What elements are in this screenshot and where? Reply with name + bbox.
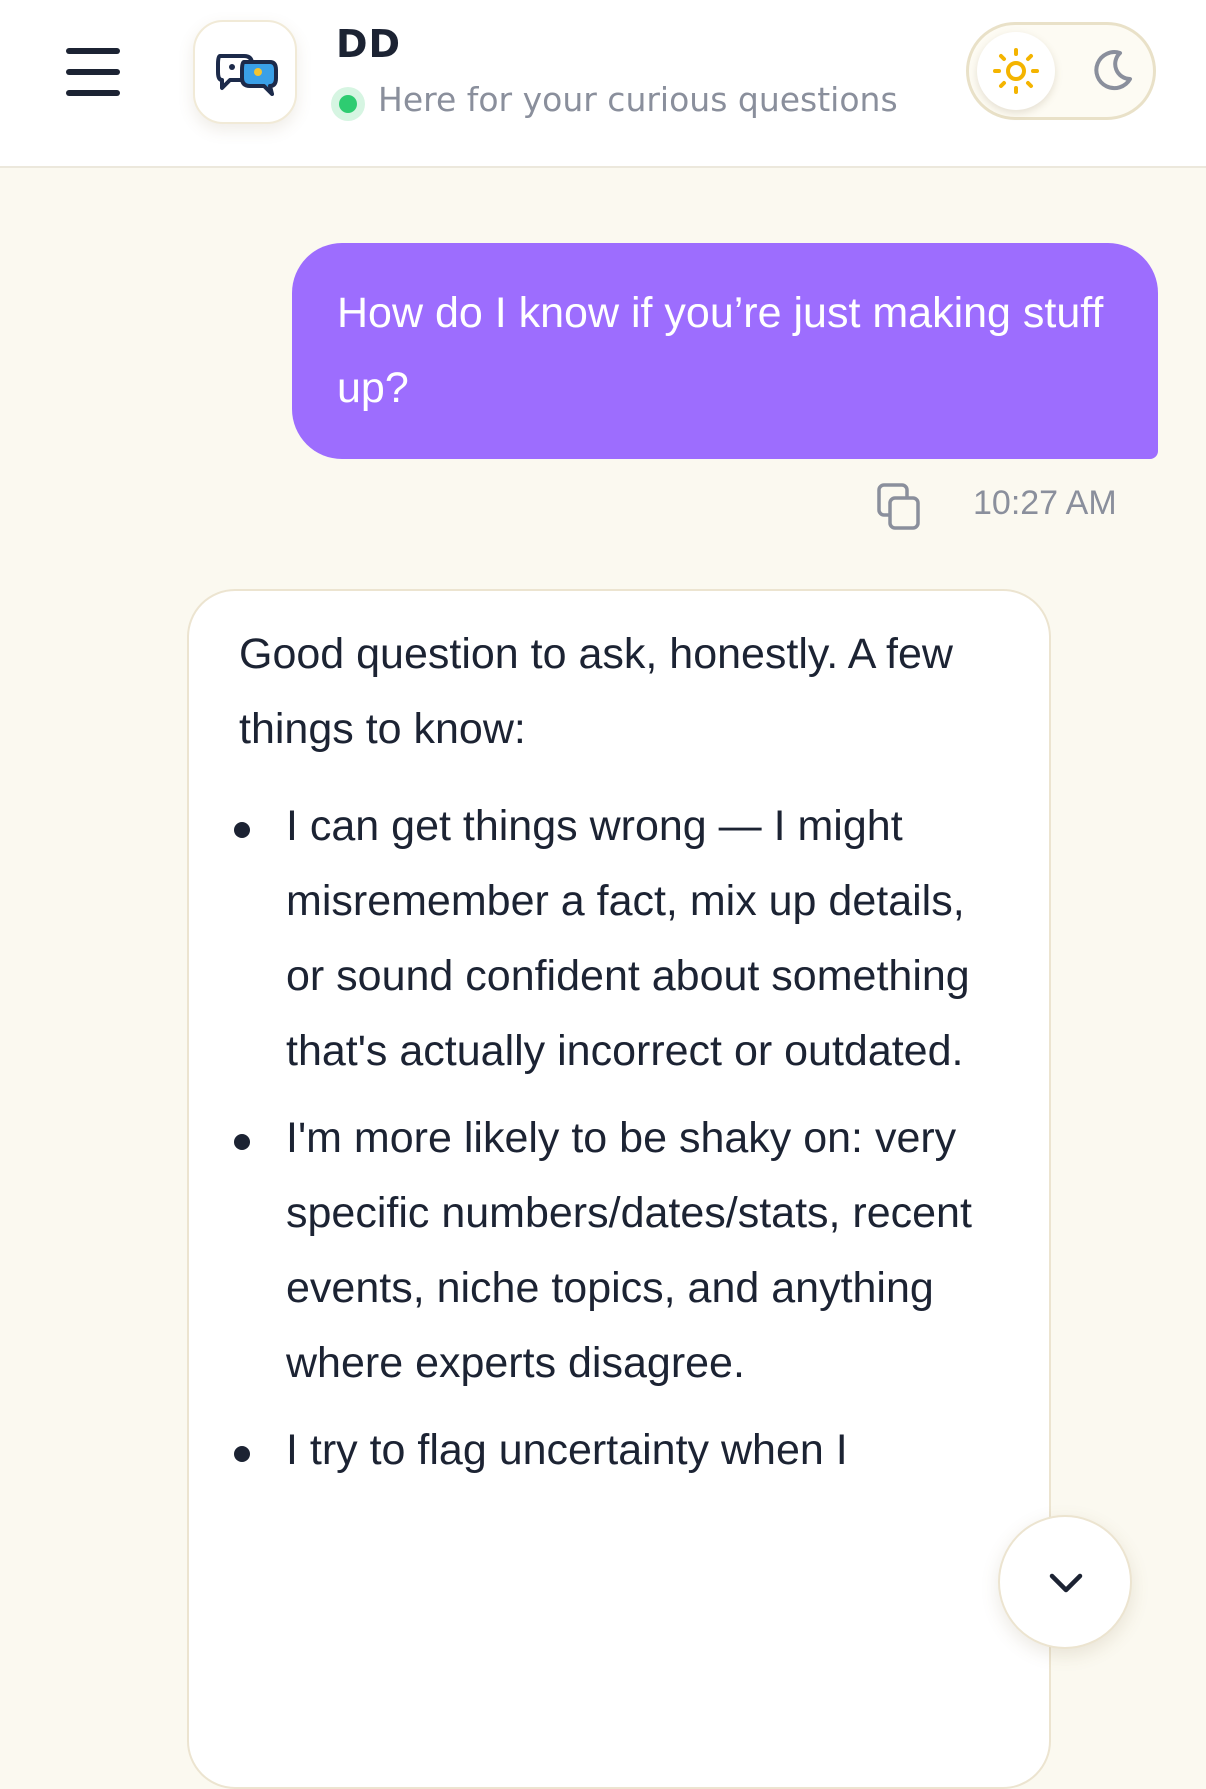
message-timestamp: 10:27 AM: [973, 484, 1117, 522]
bullet-marker: [234, 822, 250, 838]
sun-icon: [993, 48, 1039, 94]
user-message-text: How do I know if you’re just making stuf…: [337, 289, 1104, 412]
assistant-bullet-list: I can get things wrong — I might misreme…: [189, 789, 1049, 1500]
chevron-down-icon: [1049, 1573, 1083, 1593]
assistant-avatar: [193, 20, 297, 124]
page-title: DD: [336, 22, 402, 66]
list-item-text: I try to flag uncertainty when I: [286, 1426, 848, 1474]
dark-mode-button[interactable]: [1073, 32, 1151, 110]
theme-toggle[interactable]: [966, 22, 1156, 120]
status-subtitle: Here for your curious questions: [378, 80, 898, 119]
scroll-to-bottom-button[interactable]: [998, 1515, 1132, 1649]
list-item: I try to flag uncertainty when I: [189, 1413, 1049, 1488]
app-header: DD Here for your curious questions: [0, 0, 1206, 168]
list-item: I can get things wrong — I might misreme…: [189, 789, 1049, 1089]
light-mode-button[interactable]: [977, 32, 1055, 110]
chat-bubbles-logo-icon: [216, 54, 278, 96]
bullet-marker: [234, 1134, 250, 1150]
list-item: I'm more likely to be shaky on: very spe…: [189, 1101, 1049, 1401]
list-item-text: I can get things wrong — I might misreme…: [286, 802, 970, 1075]
user-message-bubble: How do I know if you’re just making stuf…: [292, 243, 1158, 459]
assistant-message-card: Good question to ask, honestly. A few th…: [187, 589, 1051, 1789]
list-item-text: I'm more likely to be shaky on: very spe…: [286, 1114, 972, 1387]
copy-message-button[interactable]: [875, 481, 923, 533]
hamburger-menu-icon: [66, 48, 120, 54]
hamburger-menu-icon: [66, 69, 120, 75]
online-status-indicator: [331, 87, 365, 121]
moon-icon: [1094, 50, 1132, 91]
assistant-intro-text: Good question to ask, honestly. A few th…: [239, 630, 953, 753]
hamburger-menu-icon: [66, 90, 120, 96]
bullet-marker: [234, 1446, 250, 1462]
copy-icon: [877, 483, 920, 530]
menu-button[interactable]: [62, 44, 128, 100]
